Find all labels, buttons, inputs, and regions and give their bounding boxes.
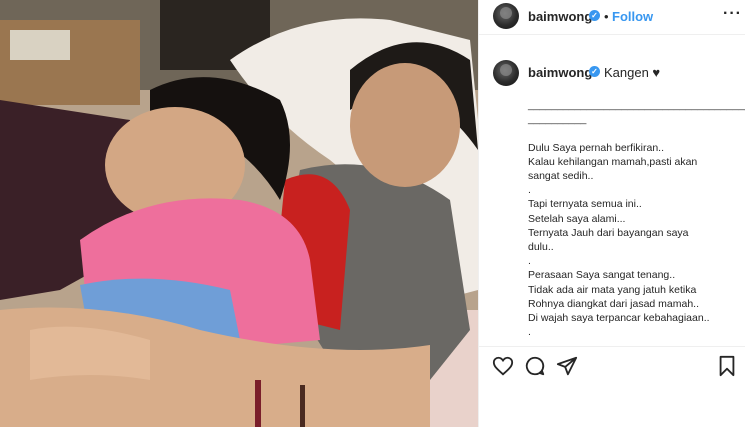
caption-body: ________________________________________… [528,98,745,339]
caption-line: ________________________________________ [528,99,745,111]
caption-line: Rohnya diangkat dari jasad mamah.. [528,297,700,310]
instagram-post: baimwong ✓ • Follow ··· baimwong ✓ Kange… [0,0,745,427]
comment-icon[interactable] [524,355,546,377]
action-bar [479,346,745,387]
caption-verified-badge-icon: ✓ [589,66,600,77]
caption-line: dulu.. [528,241,554,254]
caption-line: sangat sedih.. [528,170,594,183]
caption-line: Ternyata Jauh dari bayangan saya [528,226,689,239]
caption-avatar[interactable] [493,60,519,86]
follow-button[interactable]: Follow [612,9,653,24]
caption-line: Kalau kehilangan mamah,pasti akan [528,155,698,168]
post-photo-image [0,0,478,427]
caption-line: Perasaan Saya sangat tenang.. [528,269,676,282]
post-photo[interactable] [0,0,478,427]
bookmark-icon[interactable] [716,355,738,377]
separator-dot: • [604,9,609,24]
caption-line [528,126,733,140]
more-options-icon[interactable]: ··· [723,5,742,23]
header-username[interactable]: baimwong [528,9,592,24]
caption-line: Tapi ternyata semua ini.. [528,198,642,211]
caption-line: Di wajah saya terpancar kebahagiaan.. [528,312,710,325]
caption-username[interactable]: baimwong [528,65,592,80]
caption-line: Tidak ada air mata yang jatuh ketika [528,283,697,296]
caption-line: . [528,184,531,197]
post-panel: baimwong ✓ • Follow ··· baimwong ✓ Kange… [478,0,745,427]
caption-line: __________ [528,113,587,126]
caption-line: Setelah saya alami... [528,212,626,225]
verified-badge-icon: ✓ [589,10,600,21]
heart-icon[interactable] [492,355,514,377]
caption-line: . [528,326,531,339]
post-header: baimwong ✓ • Follow ··· [479,0,745,35]
share-icon[interactable] [556,355,578,377]
caption-line: Dulu Saya pernah berfikiran.. [528,141,664,154]
caption-line: . [528,255,531,268]
avatar[interactable] [493,3,519,29]
caption-title: Kangen ♥ [604,65,661,80]
